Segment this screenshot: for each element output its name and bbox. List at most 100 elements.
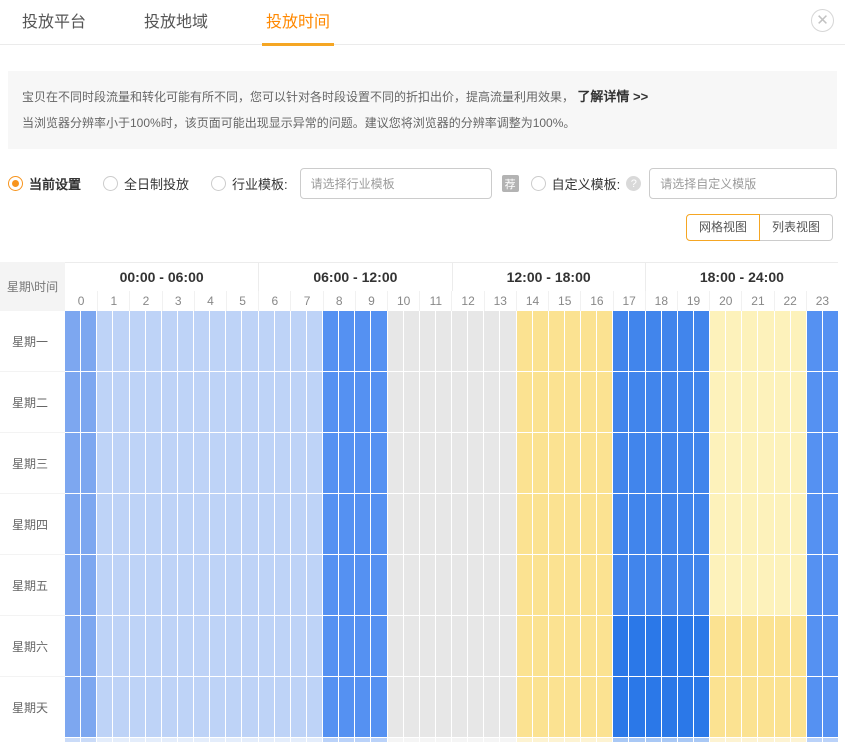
time-cell[interactable] bbox=[775, 372, 790, 432]
time-cell[interactable] bbox=[452, 433, 467, 493]
time-cell[interactable] bbox=[291, 677, 306, 737]
time-cell[interactable] bbox=[130, 616, 145, 676]
time-cell[interactable] bbox=[533, 494, 548, 554]
time-cell[interactable] bbox=[791, 677, 806, 737]
time-cell[interactable] bbox=[710, 677, 725, 737]
time-cell[interactable] bbox=[678, 433, 693, 493]
time-cell[interactable] bbox=[629, 677, 644, 737]
time-cell[interactable] bbox=[404, 616, 419, 676]
time-cell[interactable] bbox=[65, 616, 80, 676]
time-cell[interactable] bbox=[420, 555, 435, 615]
time-cell[interactable] bbox=[517, 311, 532, 371]
time-cell[interactable] bbox=[339, 494, 354, 554]
time-cell[interactable] bbox=[517, 433, 532, 493]
time-cell[interactable] bbox=[259, 677, 274, 737]
time-cell[interactable] bbox=[581, 494, 596, 554]
time-cell[interactable] bbox=[178, 372, 193, 432]
time-cell[interactable] bbox=[597, 616, 612, 676]
time-cell[interactable] bbox=[597, 555, 612, 615]
time-cell[interactable] bbox=[371, 555, 386, 615]
time-cell[interactable] bbox=[758, 433, 773, 493]
time-cell[interactable] bbox=[210, 311, 225, 371]
time-cell[interactable] bbox=[97, 494, 112, 554]
time-cell[interactable] bbox=[436, 616, 451, 676]
time-cell[interactable] bbox=[275, 616, 290, 676]
time-cell[interactable] bbox=[629, 616, 644, 676]
time-cell[interactable] bbox=[242, 494, 257, 554]
time-cell[interactable] bbox=[581, 555, 596, 615]
time-cell[interactable] bbox=[194, 494, 209, 554]
time-cell[interactable] bbox=[178, 677, 193, 737]
tab-region[interactable]: 投放地域 bbox=[144, 0, 208, 45]
time-cell[interactable] bbox=[597, 311, 612, 371]
time-cell[interactable] bbox=[726, 372, 741, 432]
time-cell[interactable] bbox=[65, 555, 80, 615]
time-cell[interactable] bbox=[468, 311, 483, 371]
time-cell[interactable] bbox=[694, 433, 709, 493]
time-cell[interactable] bbox=[484, 311, 499, 371]
time-cell[interactable] bbox=[275, 677, 290, 737]
radio-fulltime[interactable]: 全日制投放 bbox=[103, 174, 189, 193]
time-cell[interactable] bbox=[307, 616, 322, 676]
time-cell[interactable] bbox=[726, 677, 741, 737]
time-cell[interactable] bbox=[758, 311, 773, 371]
time-cell[interactable] bbox=[420, 433, 435, 493]
time-cell[interactable] bbox=[178, 433, 193, 493]
time-cell[interactable] bbox=[565, 433, 580, 493]
time-cell[interactable] bbox=[533, 555, 548, 615]
time-cell[interactable] bbox=[291, 372, 306, 432]
time-cell[interactable] bbox=[242, 555, 257, 615]
time-cell[interactable] bbox=[791, 616, 806, 676]
time-cell[interactable] bbox=[517, 616, 532, 676]
time-cell[interactable] bbox=[307, 433, 322, 493]
time-cell[interactable] bbox=[742, 616, 757, 676]
time-cell[interactable] bbox=[775, 555, 790, 615]
time-cell[interactable] bbox=[484, 677, 499, 737]
time-cell[interactable] bbox=[726, 311, 741, 371]
time-cell[interactable] bbox=[452, 494, 467, 554]
time-cell[interactable] bbox=[339, 616, 354, 676]
time-cell[interactable] bbox=[65, 311, 80, 371]
time-cell[interactable] bbox=[291, 555, 306, 615]
radio-custom-template[interactable]: 自定义模板: bbox=[531, 174, 625, 193]
time-cell[interactable] bbox=[565, 494, 580, 554]
time-cell[interactable] bbox=[130, 311, 145, 371]
time-cell[interactable] bbox=[823, 616, 838, 676]
time-cell[interactable] bbox=[533, 372, 548, 432]
time-cell[interactable] bbox=[533, 433, 548, 493]
time-cell[interactable] bbox=[791, 311, 806, 371]
time-cell[interactable] bbox=[565, 677, 580, 737]
time-cell[interactable] bbox=[662, 494, 677, 554]
time-cell[interactable] bbox=[823, 311, 838, 371]
time-cell[interactable] bbox=[484, 616, 499, 676]
time-cell[interactable] bbox=[97, 311, 112, 371]
time-cell[interactable] bbox=[500, 311, 515, 371]
time-cell[interactable] bbox=[113, 616, 128, 676]
time-cell[interactable] bbox=[629, 494, 644, 554]
time-cell[interactable] bbox=[194, 555, 209, 615]
time-cell[interactable] bbox=[452, 677, 467, 737]
time-cell[interactable] bbox=[162, 311, 177, 371]
time-cell[interactable] bbox=[210, 677, 225, 737]
time-cell[interactable] bbox=[420, 677, 435, 737]
time-cell[interactable] bbox=[259, 616, 274, 676]
time-cell[interactable] bbox=[758, 372, 773, 432]
time-cell[interactable] bbox=[113, 494, 128, 554]
time-cell[interactable] bbox=[726, 433, 741, 493]
time-cell[interactable] bbox=[694, 311, 709, 371]
tab-time[interactable]: 投放时间 bbox=[266, 0, 330, 45]
time-cell[interactable] bbox=[484, 494, 499, 554]
time-cell[interactable] bbox=[549, 372, 564, 432]
time-cell[interactable] bbox=[436, 494, 451, 554]
time-cell[interactable] bbox=[130, 372, 145, 432]
time-cell[interactable] bbox=[130, 433, 145, 493]
time-cell[interactable] bbox=[388, 311, 403, 371]
time-cell[interactable] bbox=[791, 555, 806, 615]
time-cell[interactable] bbox=[291, 433, 306, 493]
time-cell[interactable] bbox=[436, 311, 451, 371]
time-cell[interactable] bbox=[662, 677, 677, 737]
time-cell[interactable] bbox=[629, 555, 644, 615]
time-cell[interactable] bbox=[81, 677, 96, 737]
time-cell[interactable] bbox=[81, 494, 96, 554]
time-cell[interactable] bbox=[146, 372, 161, 432]
